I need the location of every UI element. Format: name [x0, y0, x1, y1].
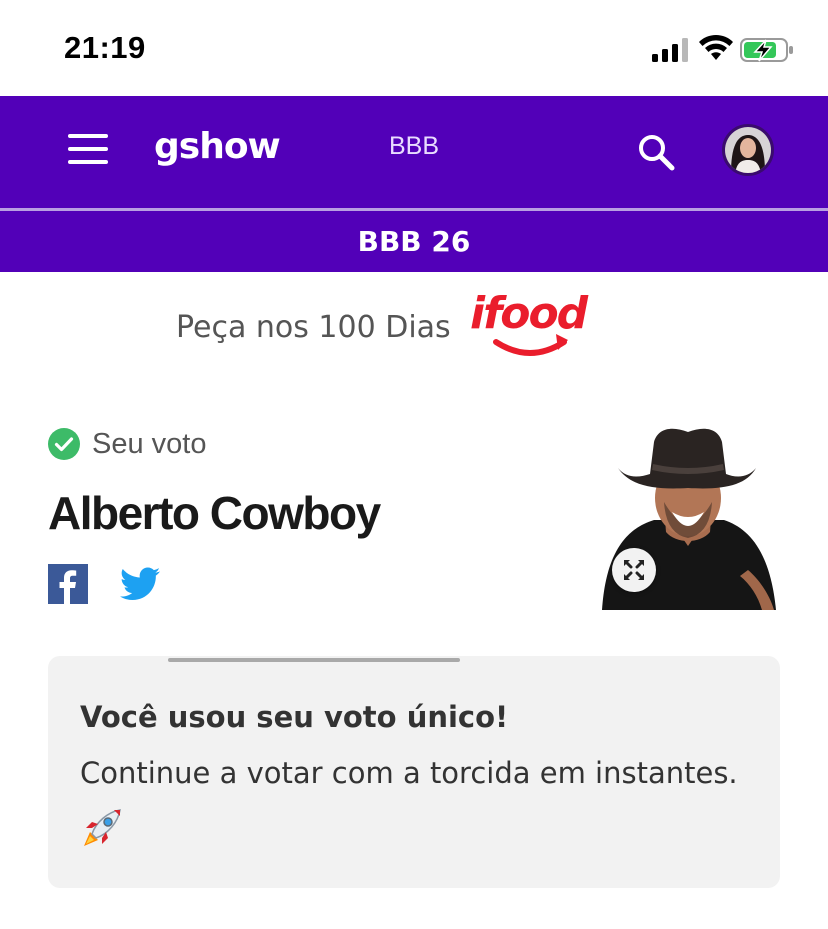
header-section-title[interactable]: BBB	[364, 132, 464, 161]
check-circle-icon	[48, 428, 80, 460]
signal-icon	[652, 38, 688, 62]
search-icon[interactable]	[636, 132, 676, 172]
user-avatar[interactable]	[722, 124, 774, 176]
menu-icon[interactable]	[68, 134, 108, 166]
expand-photo-icon[interactable]	[612, 548, 656, 592]
vote-status-label: Seu voto	[92, 428, 207, 460]
participant-name: Alberto Cowboy	[48, 487, 381, 539]
status-bar: 21:19	[0, 0, 828, 96]
facebook-icon[interactable]	[48, 564, 88, 604]
app-header: gshow BBB	[0, 96, 828, 208]
vote-confirmation-card: Você usou seu voto único! Continue a vot…	[48, 656, 780, 888]
rocket-icon	[84, 809, 121, 846]
program-bar: BBB 26	[0, 211, 828, 272]
twitter-icon[interactable]	[120, 566, 160, 602]
ifood-logo-text: ifood	[470, 288, 589, 339]
status-time: 21:19	[64, 30, 146, 65]
gshow-logo[interactable]: gshow	[154, 126, 281, 167]
card-progress-bar	[168, 658, 460, 662]
program-title[interactable]: BBB 26	[0, 225, 828, 258]
ad-text: Peça nos 100 Dias	[176, 310, 451, 345]
card-title: Você usou seu voto único!	[80, 700, 509, 734]
card-text: Continue a votar com a torcida em instan…	[80, 756, 738, 790]
battery-charging-icon	[740, 38, 793, 62]
wifi-icon	[699, 34, 733, 60]
ad-banner[interactable]: Peça nos 100 Dias ifood	[0, 272, 828, 382]
ifood-logo[interactable]: ifood	[468, 286, 598, 366]
avatar-image	[725, 127, 771, 173]
